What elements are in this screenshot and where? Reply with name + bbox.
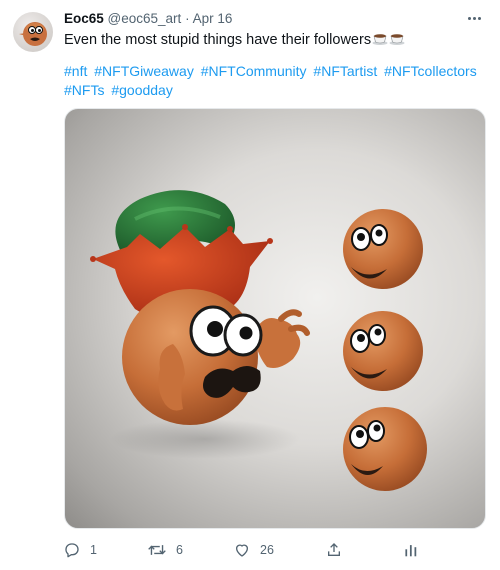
follower-ball-2 [343,311,423,391]
jester-character-illustration [90,190,427,491]
follower-ball-3 [343,407,427,491]
speech-bubble-icon [65,543,79,558]
reply-count: 1 [90,543,97,557]
tweet-text: Even the most stupid things have their f… [64,32,406,50]
separator-dot: · [185,11,190,26]
tweet-header: Eoc65 @eoc65_art · Apr 16 [64,11,470,29]
tweet-media-image[interactable] [64,108,486,529]
hashtag-link[interactable]: #goodday [111,82,173,98]
hashtag-link[interactable]: #NFTCommunity [201,63,307,79]
avatar[interactable] [13,12,53,52]
follower-ball-1 [343,209,423,289]
coffee-cup-emoji [372,32,406,50]
hashtag-link[interactable]: #NFTcollectors [384,63,477,79]
like-count: 26 [260,543,274,557]
reply-button[interactable]: 1 [64,540,97,560]
user-handle[interactable]: @eoc65_art [108,11,182,26]
retweet-button[interactable]: 6 [148,540,183,560]
hashtag-link[interactable]: #NFTartist [313,63,377,79]
retweet-arrows-icon [148,545,166,555]
more-horizontal-icon [467,16,482,20]
retweet-count: 6 [176,543,183,557]
bar-chart-icon [405,545,417,557]
hashtag-list: #nft #NFTGiweaway #NFTCommunity #NFTarti… [64,62,494,100]
tweet-text-body: Even the most stupid things have their f… [64,32,372,48]
hashtag-link[interactable]: #nft [64,63,87,79]
display-name[interactable]: Eoc65 [64,11,104,26]
avatar-character-icon [19,22,47,46]
heart-icon [236,544,248,557]
post-date[interactable]: Apr 16 [193,11,233,26]
hashtag-link[interactable]: #NFTs [64,82,104,98]
tweet-card[interactable]: Eoc65 @eoc65_art · Apr 16 Even the most … [0,0,500,570]
hashtag-link[interactable]: #NFTGiweaway [94,63,194,79]
share-upload-icon [328,543,340,556]
share-button[interactable] [326,540,342,560]
more-options-button[interactable] [464,8,484,28]
like-button[interactable]: 26 [234,540,274,560]
analytics-button[interactable] [404,540,418,560]
tweet-actions-bar: 1 6 26 [64,540,494,560]
